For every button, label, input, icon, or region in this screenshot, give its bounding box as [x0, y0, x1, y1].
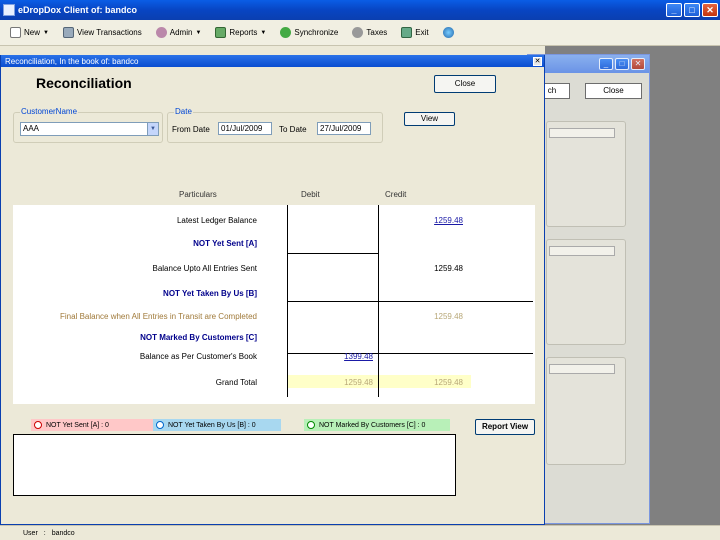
- minimize-icon[interactable]: _: [666, 3, 682, 17]
- status-not-yet-taken[interactable]: NOT Yet Taken By Us [B] : 0: [153, 419, 281, 431]
- debit-column-header: Debit: [301, 190, 320, 199]
- background-window-titlebar: _ □ ✕: [528, 55, 649, 73]
- app-icon: [3, 4, 15, 16]
- row-balance-upto-all-entries-sent: Balance Upto All Entries Sent: [152, 264, 257, 273]
- status-not-yet-sent[interactable]: NOT Yet Sent [A] : 0: [31, 419, 155, 431]
- radio-icon[interactable]: [156, 421, 164, 429]
- credit-column-header: Credit: [385, 190, 407, 199]
- toolbar-view-transactions-label: View Transactions: [76, 28, 142, 37]
- close-icon[interactable]: ✕: [631, 58, 645, 70]
- background-group-2: [546, 239, 626, 345]
- reconciliation-table: Latest Ledger Balance 1259.48 NOT Yet Se…: [13, 205, 535, 404]
- row-divider: [287, 301, 533, 302]
- reconciliation-window: Reconciliation, In the book of: bandco ✕…: [0, 55, 545, 525]
- chevron-down-icon: ▼: [260, 29, 267, 36]
- view-transactions-icon: [62, 27, 74, 38]
- user-value: bandco: [51, 529, 75, 537]
- customer-select-value: AAA: [23, 124, 40, 133]
- chevron-down-icon: ▼: [43, 29, 49, 36]
- view-button[interactable]: View: [404, 112, 455, 126]
- row-latest-ledger-balance: Latest Ledger Balance: [176, 216, 257, 225]
- main-toolbar: New ▼ View Transactions Admin ▼ Reports …: [0, 20, 720, 46]
- toolbar-new-label: New: [24, 28, 41, 37]
- toolbar-view-transactions[interactable]: View Transactions: [62, 27, 142, 38]
- background-window: _ □ ✕ ch Close: [527, 54, 650, 524]
- close-icon[interactable]: ✕: [533, 56, 542, 66]
- to-date-label: To Date: [279, 125, 307, 134]
- exit-icon: [401, 27, 413, 38]
- credit-latest-ledger-balance[interactable]: 1259.48: [434, 216, 463, 225]
- radio-icon[interactable]: [34, 421, 42, 429]
- row-final-balance: Final Balance when All Entries in Transi…: [60, 312, 257, 321]
- close-button[interactable]: Close: [434, 75, 496, 93]
- credit-grand-total: 1259.48: [434, 378, 463, 387]
- app-titlebar: eDropDox Client of: bandco _ □ ✕: [0, 0, 720, 20]
- debit-balance-as-per-customer-book[interactable]: 1399.48: [344, 352, 373, 361]
- customer-group-label: CustomerName: [20, 107, 79, 116]
- credit-final-balance: 1259.48: [434, 312, 463, 321]
- toolbar-admin-label: Admin: [169, 28, 193, 37]
- status-bar: User : bandco: [0, 525, 720, 540]
- row-not-marked-by-customers[interactable]: NOT Marked By Customers [C]: [140, 333, 257, 342]
- toolbar-new[interactable]: New ▼: [10, 27, 49, 38]
- notes-area[interactable]: [13, 434, 456, 496]
- app-title: eDropDox Client of: bandco: [18, 5, 137, 15]
- reconciliation-window-title: Reconciliation, In the book of: bandco: [5, 56, 139, 66]
- toolbar-admin[interactable]: Admin ▼: [155, 27, 202, 38]
- synchronize-icon: [280, 27, 292, 38]
- row-grand-total: Grand Total: [215, 378, 257, 387]
- toolbar-taxes-label: Taxes: [366, 28, 388, 37]
- toolbar-exit-label: Exit: [415, 28, 429, 37]
- chevron-down-icon: ▼: [195, 29, 202, 36]
- customer-groupbox: CustomerName AAA ▼: [13, 107, 163, 143]
- toolbar-globe[interactable]: [442, 27, 457, 38]
- toolbar-reports[interactable]: Reports ▼: [215, 27, 266, 38]
- status-not-yet-taken-label: NOT Yet Taken By Us [B] : 0: [168, 421, 256, 429]
- date-groupbox: Date From Date 01/Jul/2009 To Date 27/Ju…: [167, 107, 383, 143]
- background-close-button[interactable]: Close: [585, 83, 642, 99]
- credit-balance-upto-all-entries-sent: 1259.48: [434, 264, 463, 273]
- report-view-button[interactable]: Report View: [475, 419, 535, 435]
- chevron-down-icon[interactable]: ▼: [147, 123, 158, 135]
- status-not-yet-sent-label: NOT Yet Sent [A] : 0: [46, 421, 109, 429]
- row-not-yet-sent[interactable]: NOT Yet Sent [A]: [193, 239, 257, 248]
- status-not-marked[interactable]: NOT Marked By Customers [C] : 0: [304, 419, 450, 431]
- new-document-icon: [10, 27, 21, 38]
- reconciliation-titlebar: Reconciliation, In the book of: bandco ✕: [1, 55, 544, 67]
- row-divider: [287, 253, 379, 254]
- debit-grand-total: 1259.48: [344, 378, 373, 387]
- toolbar-reports-label: Reports: [229, 28, 258, 37]
- globe-icon: [442, 27, 454, 38]
- from-date-field[interactable]: 01/Jul/2009: [218, 122, 272, 135]
- close-icon[interactable]: ✕: [702, 3, 718, 17]
- admin-icon: [155, 27, 167, 38]
- date-group-label: Date: [174, 107, 193, 116]
- taxes-icon: [352, 27, 364, 38]
- row-balance-as-per-customer-book: Balance as Per Customer's Book: [139, 352, 257, 361]
- to-date-field[interactable]: 27/Jul/2009: [317, 122, 371, 135]
- toolbar-exit[interactable]: Exit: [401, 27, 429, 38]
- row-not-yet-taken-by-us[interactable]: NOT Yet Taken By Us [B]: [163, 289, 257, 298]
- row-divider: [287, 353, 533, 354]
- reports-icon: [215, 27, 227, 38]
- background-scrollbar[interactable]: [549, 246, 615, 256]
- page-title: Reconciliation: [36, 75, 132, 91]
- from-date-label: From Date: [172, 125, 210, 134]
- toolbar-synchronize[interactable]: Synchronize: [280, 27, 338, 38]
- background-group-1: [546, 121, 626, 227]
- customer-select[interactable]: AAA ▼: [20, 122, 159, 136]
- user-label: User: [23, 529, 38, 537]
- minimize-icon[interactable]: _: [599, 58, 613, 70]
- background-group-3: [546, 357, 626, 465]
- maximize-icon[interactable]: □: [684, 3, 700, 17]
- maximize-icon[interactable]: □: [615, 58, 629, 70]
- particulars-column-header: Particulars: [179, 190, 217, 199]
- background-scrollbar[interactable]: [549, 364, 615, 374]
- status-not-marked-label: NOT Marked By Customers [C] : 0: [319, 421, 426, 429]
- toolbar-taxes[interactable]: Taxes: [352, 27, 387, 38]
- background-scrollbar[interactable]: [549, 128, 615, 138]
- status-separator: :: [43, 529, 46, 537]
- toolbar-synchronize-label: Synchronize: [294, 28, 339, 37]
- radio-icon[interactable]: [307, 421, 315, 429]
